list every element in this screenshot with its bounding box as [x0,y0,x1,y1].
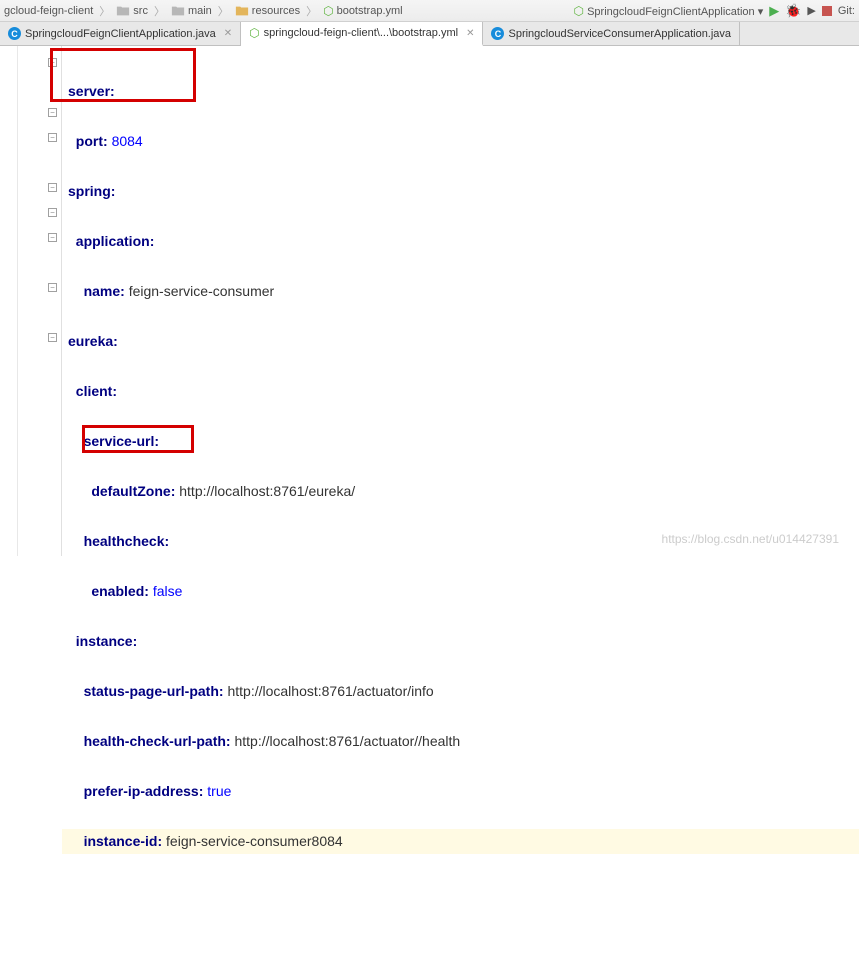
yaml-key: defaultZone [91,483,170,499]
yaml-key: instance [76,633,133,649]
fold-toggle-icon[interactable]: − [48,108,57,117]
breadcrumb-item[interactable]: gcloud-feign-client [4,5,93,17]
breadcrumb-item[interactable]: src [116,4,148,18]
yaml-value: http://localhost:8761/actuator//health [234,733,460,749]
left-margin [0,46,18,556]
tab-label: SpringcloudServiceConsumerApplication.ja… [508,28,731,40]
fold-toggle-icon[interactable]: − [48,333,57,342]
watermark: https://blog.csdn.net/u014427391 [662,532,839,546]
yml-icon: ⬡ [323,4,333,18]
run-icon[interactable]: ▶ [769,3,779,19]
yaml-value: http://localhost:8761/eureka/ [179,483,355,499]
breadcrumb-toolbar: gcloud-feign-client 〉 src 〉 main 〉 resou… [0,0,859,22]
close-icon[interactable]: ✕ [224,28,232,39]
yaml-key: name [84,283,121,299]
breadcrumb-separator: 〉 [99,3,110,19]
debug-icon[interactable]: 🐞 [785,3,801,19]
close-icon[interactable]: ✕ [466,28,474,39]
yaml-value: 8084 [112,133,143,149]
tab-springcloud-service-consumer-app[interactable]: C SpringcloudServiceConsumerApplication.… [483,22,740,45]
folder-icon [116,4,130,18]
yaml-value: feign-service-consumer8084 [166,833,343,849]
yaml-key: instance-id [84,833,158,849]
spring-icon: ⬡ [574,4,584,18]
java-class-icon: C [8,27,21,40]
yaml-key: service-url [84,433,155,449]
folder-icon [235,4,249,18]
run-with-coverage-icon[interactable]: ▶ [807,4,815,17]
yml-icon: ⬡ [249,26,259,40]
gutter[interactable]: − − − − − − − − [18,46,62,556]
tab-springcloud-feign-client-app[interactable]: C SpringcloudFeignClientApplication.java… [0,22,241,45]
code-editor[interactable]: server: port: 8084 spring: application: … [62,46,859,556]
stop-icon[interactable] [822,6,832,16]
editor-area: − − − − − − − − server: port: 8084 sprin… [0,46,859,556]
breadcrumb-separator: 〉 [218,3,229,19]
run-config-dropdown[interactable]: ⬡ SpringcloudFeignClientApplication ▾ [574,4,764,18]
fold-toggle-icon[interactable]: − [48,133,57,142]
breadcrumb-item[interactable]: main [171,4,212,18]
yaml-value: false [153,583,183,599]
yaml-value: http://localhost:8761/actuator/info [227,683,433,699]
yaml-key: spring [68,183,111,199]
git-label: Git: [838,5,855,17]
yaml-key: eureka [68,333,113,349]
fold-toggle-icon[interactable]: − [48,283,57,292]
java-class-icon: C [491,27,504,40]
yaml-key: client [76,383,113,399]
folder-icon [171,4,185,18]
tab-bootstrap-yml[interactable]: ⬡ springcloud-feign-client\...\bootstrap… [241,22,483,46]
yaml-value: true [207,783,231,799]
yaml-key: server [68,83,110,99]
yaml-value: feign-service-consumer [129,283,275,299]
fold-toggle-icon[interactable]: − [48,233,57,242]
tab-label: springcloud-feign-client\...\bootstrap.y… [264,27,458,39]
yaml-key: port [76,133,103,149]
yaml-key: health-check-url-path [84,733,226,749]
breadcrumb-item[interactable]: ⬡bootstrap.yml [323,4,403,18]
breadcrumb-item[interactable]: resources [235,4,300,18]
fold-toggle-icon[interactable]: − [48,183,57,192]
fold-toggle-icon[interactable]: − [48,208,57,217]
yaml-key: healthcheck [84,533,165,549]
editor-tabs: C SpringcloudFeignClientApplication.java… [0,22,859,46]
breadcrumb-separator: 〉 [306,3,317,19]
breadcrumb-separator: 〉 [154,3,165,19]
tab-label: SpringcloudFeignClientApplication.java [25,28,216,40]
fold-toggle-icon[interactable]: − [48,58,57,67]
yaml-key: status-page-url-path [84,683,219,699]
yaml-key: prefer-ip-address [84,783,199,799]
yaml-key: application [76,233,150,249]
yaml-key: enabled [91,583,144,599]
